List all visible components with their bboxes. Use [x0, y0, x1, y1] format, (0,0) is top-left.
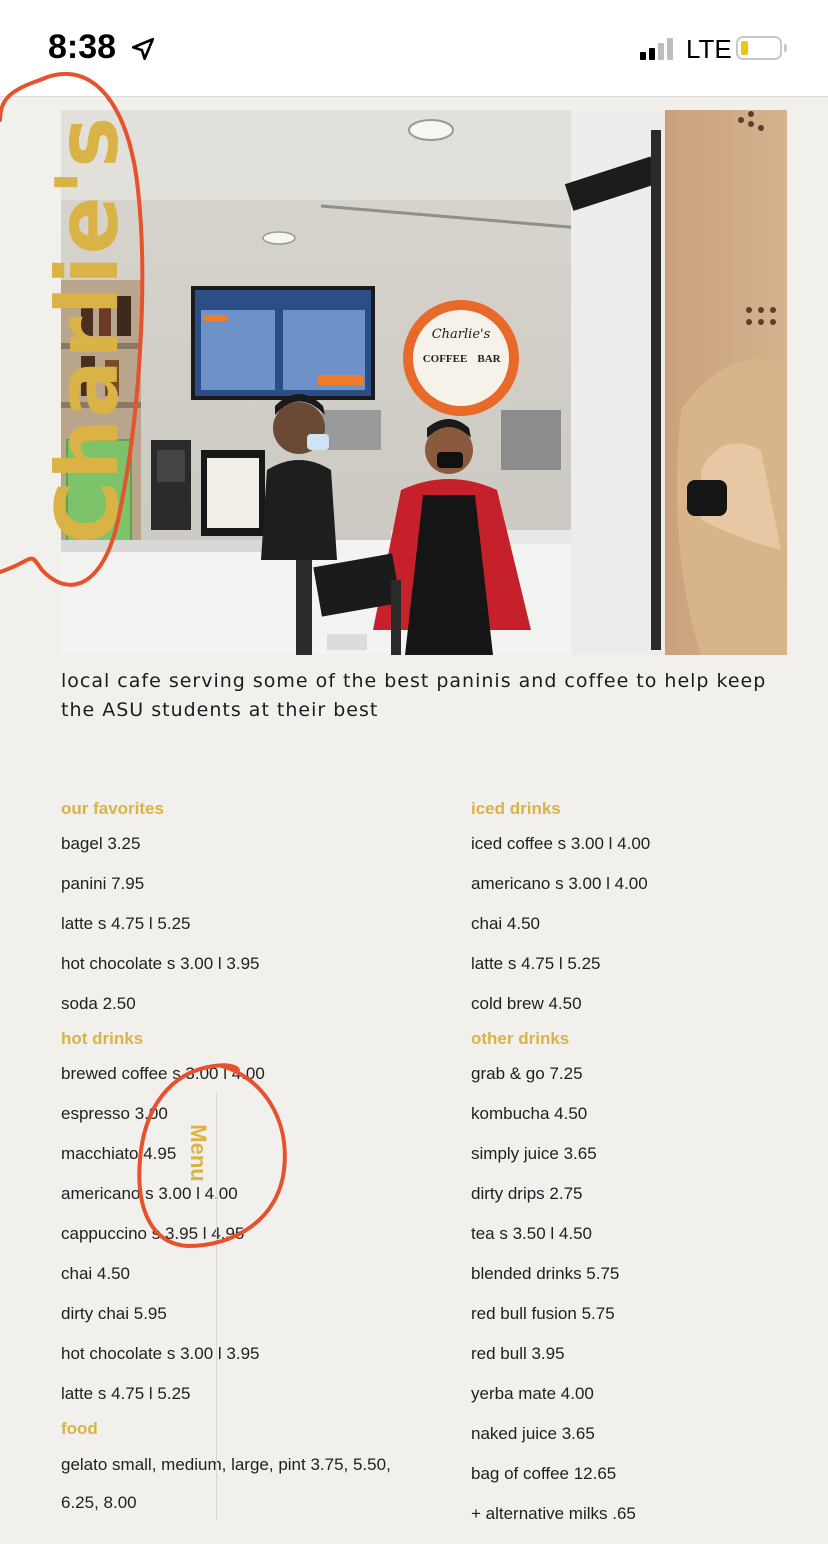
signal-strength-icon [640, 38, 673, 60]
menu-item: americano s 3.00 l 4.00 [61, 1184, 238, 1203]
menu-item: + alternative milks .65 [471, 1504, 636, 1523]
menu-item: kombucha 4.50 [471, 1104, 588, 1123]
menu-item: latte s 4.75 l 5.25 [471, 954, 601, 973]
menu-item: red bull 3.95 [471, 1344, 565, 1363]
menu-item: yerba mate 4.00 [471, 1384, 594, 1403]
menu-item: dirty drips 2.75 [471, 1184, 583, 1203]
menu-item: soda 2.50 [61, 994, 136, 1013]
network-type: LTE [686, 34, 732, 64]
menu-divider [216, 1092, 217, 1520]
category-other-drinks: other drinks [471, 1029, 570, 1048]
menu-column-left: our favorites bagel 3.25 panini 7.95 lat… [61, 798, 441, 1522]
menu-column-right: iced drinks iced coffee s 3.00 l 4.00 am… [471, 798, 828, 1544]
category-iced-drinks: iced drinks [471, 799, 561, 818]
menu-item: latte s 4.75 l 5.25 [61, 1384, 191, 1403]
brand-title: Charlie's [38, 115, 138, 545]
sign-text-coffee: COFFEE [423, 353, 468, 365]
category-our-favorites: our favorites [61, 799, 164, 818]
menu-item: dirty chai 5.95 [61, 1304, 167, 1323]
menu-item: hot chocolate s 3.00 l 3.95 [61, 1344, 260, 1363]
menu-item: chai 4.50 [61, 1264, 130, 1283]
category-hot-drinks: hot drinks [61, 1029, 144, 1048]
menu-vertical-label[interactable]: Menu [185, 1124, 211, 1181]
location-arrow-icon [131, 37, 155, 61]
menu-item: brewed coffee s 3.00 l 4.00 [61, 1064, 265, 1083]
menu-item: bagel 3.25 [61, 834, 141, 853]
menu-item: hot chocolate s 3.00 l 3.95 [61, 954, 260, 973]
menu-item: macchiato 4.95 [61, 1144, 177, 1163]
menu-item: latte s 4.75 l 5.25 [61, 914, 191, 933]
menu-item: iced coffee s 3.00 l 4.00 [471, 834, 651, 853]
menu-item: chai 4.50 [471, 914, 540, 933]
menu-item: cold brew 4.50 [471, 994, 582, 1013]
menu-item: americano s 3.00 l 4.00 [471, 874, 648, 893]
menu-item: cappuccino s 3.95 l 4.95 [61, 1224, 245, 1243]
category-food: food [61, 1419, 98, 1438]
menu-item: panini 7.95 [61, 874, 145, 893]
cafe-photo: Charlie's COFFEE BAR [61, 110, 787, 655]
menu-item: gelato small, medium, large, pint 3.75, … [61, 1455, 391, 1512]
status-bar: 8:38 LTE [0, 0, 828, 97]
sign-text-charlies: Charlie's [432, 327, 491, 342]
menu-item: espresso 3.00 [61, 1104, 168, 1123]
tagline: local cafe serving some of the best pani… [61, 670, 767, 721]
menu-item: red bull fusion 5.75 [471, 1304, 615, 1323]
menu-item: naked juice 3.65 [471, 1424, 595, 1443]
menu-item: simply juice 3.65 [471, 1144, 597, 1163]
status-time: 8:38 [48, 28, 117, 66]
sign-text-bar: BAR [477, 353, 501, 365]
menu-item: grab & go 7.25 [471, 1064, 583, 1083]
menu-item: bag of coffee 12.65 [471, 1464, 617, 1483]
menu-item: tea s 3.50 l 4.50 [471, 1224, 592, 1243]
battery-icon [736, 36, 787, 60]
menu-item: blended drinks 5.75 [471, 1264, 620, 1283]
